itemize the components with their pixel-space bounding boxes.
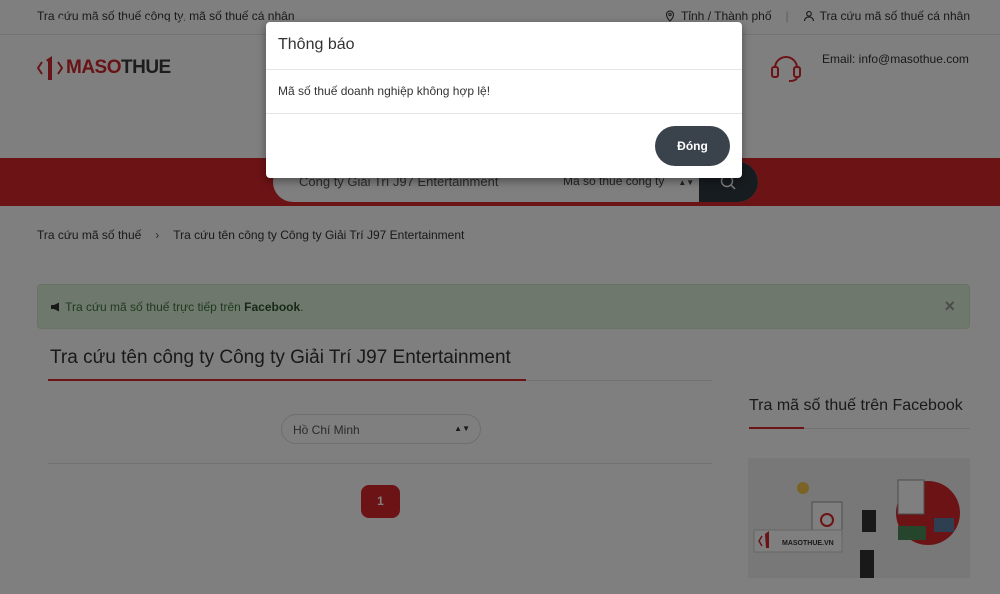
- notification-dialog: Thông báo Mã số thuế doanh nghiệp không …: [266, 22, 742, 178]
- dialog-footer-divider: [266, 113, 742, 114]
- close-button[interactable]: Đóng: [655, 126, 730, 166]
- dialog-title: Thông báo: [278, 36, 355, 53]
- dialog-header-divider: [266, 69, 742, 70]
- dialog-message: Mã số thuế doanh nghiệp không hợp lệ!: [278, 84, 491, 98]
